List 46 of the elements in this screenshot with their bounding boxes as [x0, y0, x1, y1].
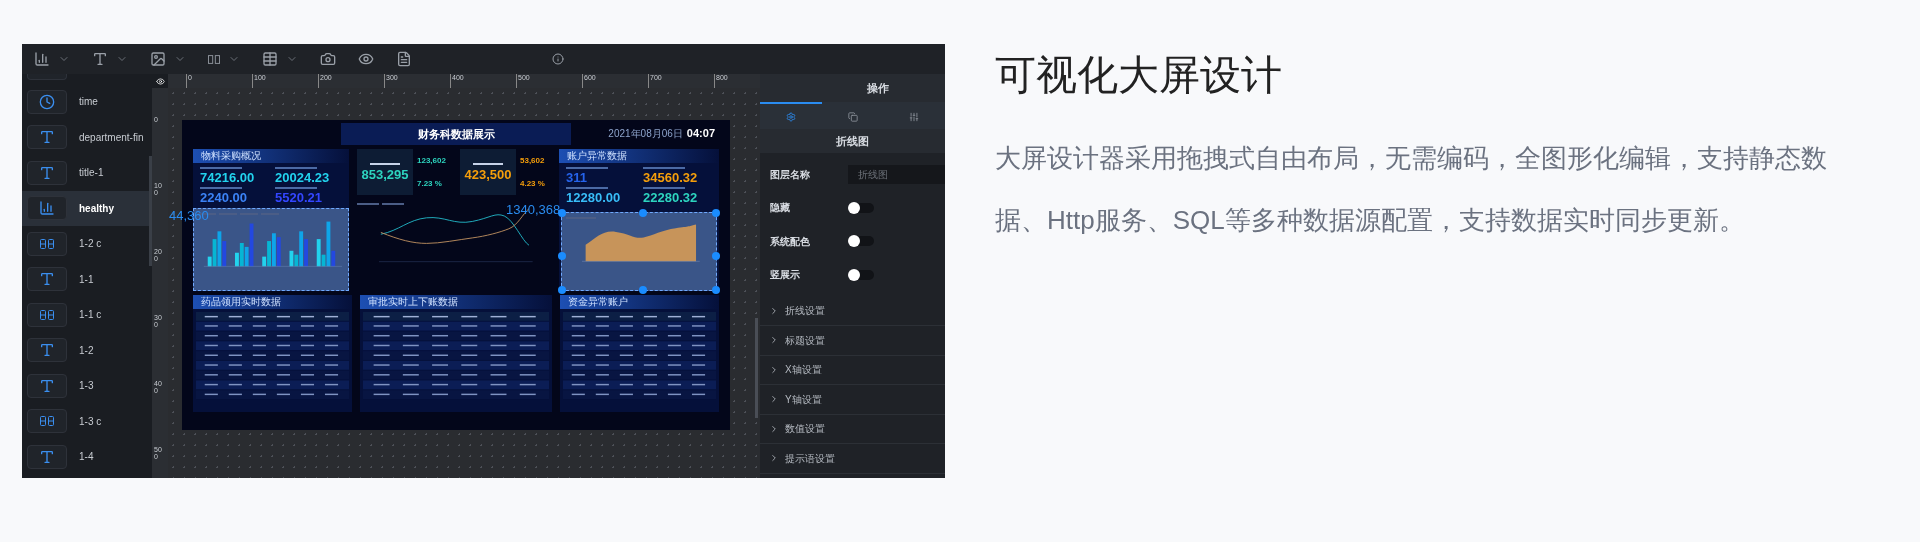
toggle-label: 隐藏 — [770, 201, 791, 216]
kpi-value: 853,295 — [361, 168, 409, 181]
collapse-header[interactable]: 标题设置 — [760, 326, 945, 356]
layer-item[interactable]: department-fin — [22, 119, 152, 155]
date-text: 2021年08月06日 — [608, 126, 683, 141]
collapse-header[interactable]: Y轴设置 — [760, 385, 945, 415]
kpi-side-value: 123,602 — [417, 156, 446, 165]
collapse-header[interactable]: 数值设置 — [760, 414, 945, 444]
layer-item[interactable]: 1-3 — [22, 368, 152, 404]
kpi-side-value: 53,602 — [520, 156, 545, 165]
stat-value: 2240.00 — [200, 191, 248, 204]
hero-description: 大屏设计器采用拖拽式自由布局，无需编码，全图形化编辑，支持静态数据、Http服务、SQL等多种数据源配置，支持数据实时同步更新。 — [995, 142, 1828, 238]
kpi-side-value: 7.23 % — [417, 179, 443, 188]
stat-value: 74216.00 — [200, 171, 256, 184]
toggle-label: 竖展示 — [770, 268, 801, 283]
hero-title: 可视化大屏设计 — [995, 51, 1283, 100]
layer-item[interactable]: 1-1 — [22, 261, 152, 297]
layer-item[interactable]: title-1 — [22, 155, 152, 191]
stat-value: 311 — [566, 171, 588, 184]
stat-value: 20024.23 — [275, 171, 331, 184]
section-title: 折线图 — [760, 129, 945, 153]
coordinate-label: 44,360 — [169, 207, 209, 225]
kpi-value: 423,500 — [464, 168, 512, 181]
design-canvas[interactable]: 财务科数据展示 2021年08月06日 04:07 物料采购概况 74216.00 20024.23 2240.00 5520.21 853,295 123,602 7.23 % 423,500 53,602 4.23 % 账户异常数据 311 34560.32 12280.00 22280.32 药品领用实时数据 审批实时上下账数据 资金异常账户 44,360 1340,368 — [168, 88, 760, 478]
layer-item[interactable]: time — [22, 84, 152, 120]
collapse-header[interactable]: X轴设置 — [760, 355, 945, 385]
layer-item[interactable]: healthy — [22, 190, 152, 226]
layer-item[interactable]: 1-2 — [22, 332, 152, 368]
coordinate-label: 1340,368 — [506, 201, 561, 219]
collapse-header[interactable]: 提示语设置 — [760, 444, 945, 474]
layer-item[interactable]: 1-2 c — [22, 226, 152, 262]
layer-item[interactable]: 1-4 — [22, 439, 152, 475]
toggle-label: 系统配色 — [770, 234, 811, 249]
stat-value: 34560.32 — [643, 171, 699, 184]
layer-item[interactable]: 1-1 c — [22, 297, 152, 333]
panel-header: 操作 — [865, 80, 890, 96]
dashboard-title: 财务科数据展示 — [341, 123, 571, 145]
kpi-side-value: 4.23 % — [520, 179, 545, 188]
stat-value: 22280.32 — [643, 191, 699, 204]
field-label: 图层名称 — [770, 167, 811, 182]
stat-value: 12280.00 — [566, 191, 622, 204]
stat-value: 5520.21 — [275, 191, 323, 204]
time-text: 04:07 — [686, 126, 715, 141]
layer-item[interactable]: 1-3 c — [22, 403, 152, 439]
layer-name-field[interactable]: 折线图 — [848, 164, 945, 184]
collapse-header[interactable]: 折线设置 — [760, 296, 945, 326]
